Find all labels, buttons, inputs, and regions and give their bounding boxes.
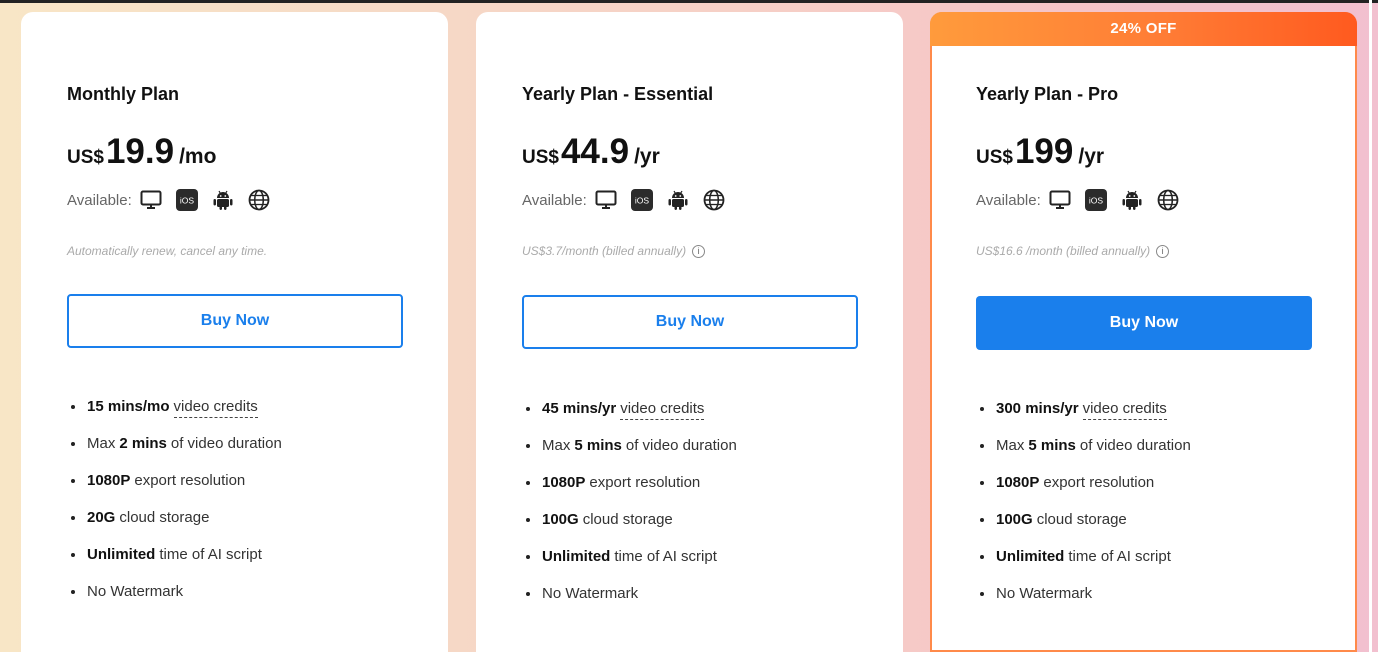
plan-card-pro: 24% OFF Yearly Plan - Pro US$199/yr Avai…	[930, 12, 1357, 652]
price-period: /yr	[1078, 145, 1105, 168]
billing-note-text: Automatically renew, cancel any time.	[67, 244, 268, 258]
billing-note-text: US$3.7/month (billed annually)	[522, 244, 687, 258]
price-currency: US$	[67, 147, 104, 168]
video-credits-link[interactable]: video credits	[173, 398, 258, 418]
plan-card-monthly: Monthly Plan US$19.9/mo Available: iOS A…	[21, 12, 448, 652]
feature-item: No Watermark	[522, 585, 737, 622]
plan-price: US$44.9/yr	[522, 132, 660, 172]
available-label: Available:	[522, 191, 587, 209]
web-icon	[248, 189, 270, 211]
plan-card-essential: Yearly Plan - Essential US$44.9/yr Avail…	[476, 12, 903, 652]
feature-item: 45 mins/yr video credits	[522, 400, 737, 437]
feature-item: 100G cloud storage	[522, 511, 737, 548]
feature-item: Unlimited time of AI script	[522, 548, 737, 585]
available-label: Available:	[976, 191, 1041, 209]
desktop-icon	[595, 189, 617, 211]
price-period: /mo	[179, 145, 217, 168]
feature-item: 20G cloud storage	[67, 509, 282, 546]
plan-title: Monthly Plan	[67, 84, 179, 104]
android-icon	[1121, 189, 1143, 211]
desktop-icon	[1049, 189, 1071, 211]
feature-item: 1080P export resolution	[976, 474, 1191, 511]
feature-item: Max 2 mins of video duration	[67, 435, 282, 472]
feature-item: 100G cloud storage	[976, 511, 1191, 548]
video-credits-link[interactable]: video credits	[1082, 400, 1167, 420]
billing-note: US$16.6 /month (billed annually) i	[976, 244, 1170, 258]
web-icon	[1157, 189, 1179, 211]
feature-item: 15 mins/mo video credits	[67, 398, 282, 435]
feature-item: No Watermark	[67, 583, 282, 620]
billing-note: US$3.7/month (billed annually) i	[522, 244, 706, 258]
plan-title: Yearly Plan - Pro	[976, 84, 1119, 104]
ios-icon: iOS	[175, 189, 198, 211]
svg-text:iOS: iOS	[635, 196, 650, 206]
video-credits-link[interactable]: video credits	[620, 400, 705, 420]
plan-title: Yearly Plan - Essential	[522, 84, 714, 104]
android-icon	[667, 189, 689, 211]
feature-list: 15 mins/mo video credits Max 2 mins of vide…	[67, 398, 282, 620]
info-icon[interactable]: i	[692, 244, 706, 258]
feature-item: 1080P export resolution	[522, 474, 737, 511]
price-amount: 199	[1014, 132, 1074, 171]
web-icon	[703, 189, 725, 211]
billing-note: Automatically renew, cancel any time.	[67, 244, 267, 258]
svg-text:iOS: iOS	[1089, 196, 1104, 206]
feature-item: Unlimited time of AI script	[976, 548, 1191, 585]
feature-item: 1080P export resolution	[67, 472, 282, 509]
discount-badge: 24% OFF	[930, 12, 1357, 46]
info-icon[interactable]: i	[1156, 244, 1170, 258]
plan-price: US$19.9/mo	[67, 132, 216, 172]
feature-item: Unlimited time of AI script	[67, 546, 282, 583]
ios-icon: iOS	[1084, 189, 1107, 211]
feature-item: Max 5 mins of video duration	[976, 437, 1191, 474]
price-amount: 44.9	[560, 132, 630, 171]
desktop-icon	[140, 189, 162, 211]
buy-now-button[interactable]: Buy Now	[976, 296, 1312, 350]
feature-list: 45 mins/yr video credits Max 5 mins of vide…	[522, 400, 737, 622]
buy-now-button[interactable]: Buy Now	[522, 295, 858, 349]
price-currency: US$	[976, 147, 1013, 168]
top-border	[0, 0, 1378, 3]
ios-icon: iOS	[630, 189, 653, 211]
feature-list: 300 mins/yr video credits Max 5 mins of vid…	[976, 400, 1191, 622]
price-period: /yr	[634, 145, 660, 168]
plan-price: US$199/yr	[976, 132, 1104, 172]
price-currency: US$	[522, 147, 559, 168]
feature-item: Max 5 mins of video duration	[522, 437, 737, 474]
feature-item: 300 mins/yr video credits	[976, 400, 1191, 437]
availability-row: Available: iOS	[522, 189, 739, 211]
feature-item: No Watermark	[976, 585, 1191, 622]
price-amount: 19.9	[105, 132, 175, 171]
available-label: Available:	[67, 191, 132, 209]
billing-note-text: US$16.6 /month (billed annually)	[976, 244, 1151, 258]
buy-now-button[interactable]: Buy Now	[67, 294, 403, 348]
availability-row: Available: iOS	[976, 189, 1193, 211]
svg-text:iOS: iOS	[180, 196, 195, 206]
availability-row: Available: iOS	[67, 189, 284, 211]
android-icon	[212, 189, 234, 211]
right-edge	[1369, 0, 1372, 652]
